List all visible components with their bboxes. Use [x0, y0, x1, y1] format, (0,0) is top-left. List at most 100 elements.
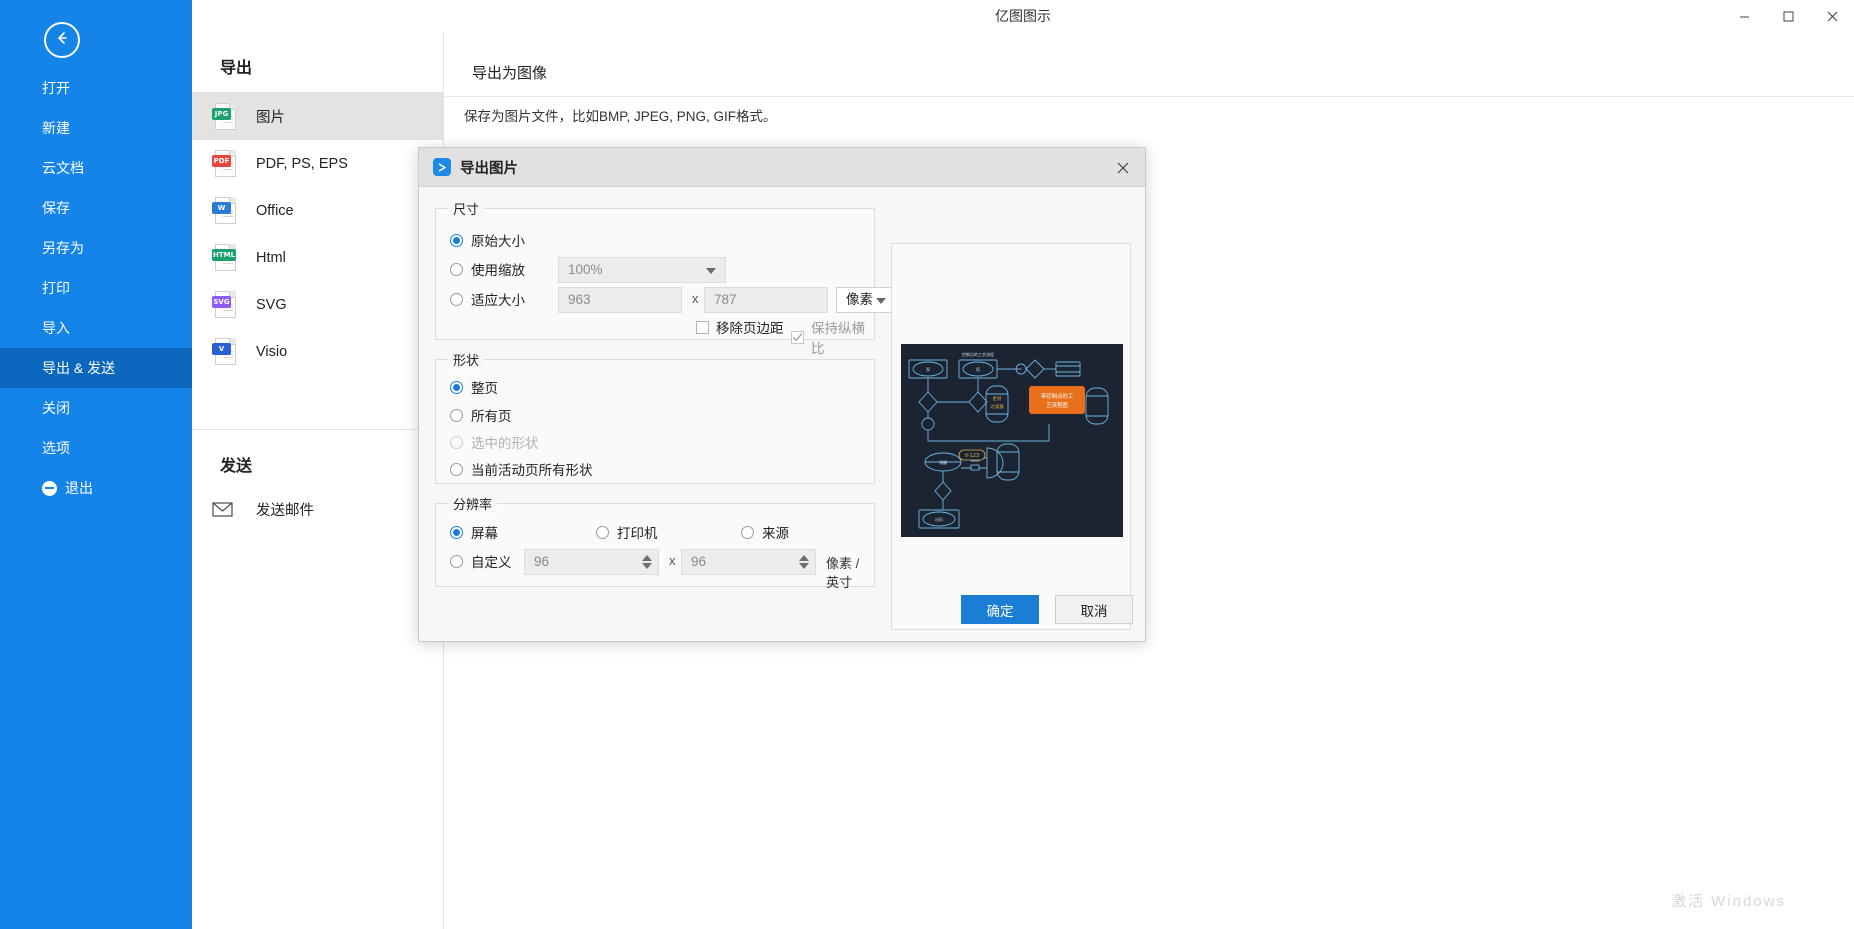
stepper-down-icon[interactable]	[642, 563, 652, 569]
radio-indicator	[596, 525, 609, 539]
dimension-separator: x	[692, 291, 699, 306]
format-tag: PDF	[212, 154, 231, 167]
dpi-unit-label: 像素 / 英寸	[826, 556, 860, 590]
dpi-y-stepper[interactable]: 96	[681, 549, 816, 575]
close-button[interactable]	[1810, 0, 1854, 32]
stepper-up-icon[interactable]	[642, 555, 652, 561]
format-item-visio[interactable]: V Visio	[192, 328, 443, 375]
radio-fit-size[interactable]: 适应大小	[450, 289, 525, 309]
radio-all-pages[interactable]: 所有页	[450, 405, 512, 425]
radio-printer[interactable]: 打印机	[596, 522, 658, 542]
sidebar-item-save[interactable]: 保存	[0, 188, 192, 228]
format-item-pdf[interactable]: PDF PDF, PS, EPS	[192, 140, 443, 187]
radio-original-size[interactable]: 原始大小	[450, 230, 525, 250]
format-tag: JPG	[212, 107, 231, 120]
sidebar-item-label: 打印	[42, 280, 70, 296]
minimize-button[interactable]	[1722, 0, 1766, 32]
radio-selected-shapes: 选中的形状	[450, 432, 539, 452]
svg-text:艺流程图: 艺流程图	[1046, 401, 1068, 409]
format-item-html[interactable]: HTML Html	[192, 234, 443, 281]
format-label: PDF, PS, EPS	[256, 155, 348, 172]
page-title: 导出为图像	[472, 65, 548, 82]
radio-label: 原始大小	[471, 234, 525, 249]
dpi-x-value: 96	[534, 554, 550, 569]
window-controls	[1722, 0, 1854, 32]
sidebar-item-new[interactable]: 新建	[0, 108, 192, 148]
radio-use-scale[interactable]: 使用缩放	[450, 259, 525, 279]
radio-label: 来源	[762, 526, 789, 541]
radio-all-shapes-current-page[interactable]: 当前活动页所有形状	[450, 459, 593, 479]
sidebar-item-label: 打开	[42, 80, 70, 96]
confirm-label: 确定	[986, 603, 1014, 619]
close-icon	[1117, 162, 1129, 173]
sidebar-item-save-as[interactable]: 另存为	[0, 228, 192, 268]
radio-whole-page[interactable]: 整页	[450, 377, 498, 397]
sidebar: 打开 新建 云文档 保存 另存为 打印 导入 导出 & 发送 关闭 选项 退出	[0, 0, 192, 929]
radio-label: 选中的形状	[471, 436, 539, 451]
radio-custom-dpi[interactable]: 自定义	[450, 551, 512, 571]
radio-source[interactable]: 来源	[741, 522, 789, 542]
svg-text:过滤器: 过滤器	[990, 403, 1004, 410]
radio-indicator	[450, 292, 463, 306]
format-item-svg[interactable]: SVG SVG	[192, 281, 443, 328]
sidebar-item-options[interactable]: 选项	[0, 428, 192, 468]
format-item-image[interactable]: JPG 图片	[192, 93, 443, 140]
page-description: 保存为图片文件，比如BMP, JPEG, PNG, GIF格式。	[464, 109, 777, 124]
sidebar-item-open[interactable]: 打开	[0, 68, 192, 108]
sidebar-item-label: 云文档	[42, 160, 84, 176]
size-fieldset: 尺寸 原始大小 使用缩放 100% 适应大小 963 x 787 像素 移除页边…	[435, 199, 896, 356]
sidebar-item-label: 关闭	[42, 400, 70, 416]
export-preview: 带控制点的工 艺流程图 密封 过滤器 控制点的工艺流程 V-123 泵 塔 储罐…	[891, 243, 1131, 630]
dialog-close-button[interactable]	[1101, 148, 1145, 187]
radio-indicator	[450, 380, 463, 394]
radio-label: 自定义	[471, 555, 512, 570]
radio-screen[interactable]: 屏幕	[450, 522, 498, 542]
radio-indicator	[450, 408, 463, 422]
unit-dropdown[interactable]: 像素	[836, 287, 896, 313]
radio-indicator	[450, 262, 463, 276]
maximize-icon	[1783, 11, 1793, 21]
unit-value: 像素	[846, 292, 873, 307]
format-tag: W	[212, 201, 231, 214]
fit-height-input[interactable]: 787	[704, 287, 828, 313]
sidebar-item-cloud-doc[interactable]: 云文档	[0, 148, 192, 188]
stepper-down-icon[interactable]	[799, 563, 809, 569]
svg-text:出料: 出料	[935, 516, 943, 522]
radio-label: 适应大小	[471, 293, 525, 308]
radio-label: 使用缩放	[471, 263, 525, 278]
sidebar-item-import[interactable]: 导入	[0, 308, 192, 348]
sidebar-item-exit[interactable]: 退出	[0, 468, 192, 508]
mail-icon	[212, 496, 236, 524]
svg-text:带控制点的工: 带控制点的工	[1041, 392, 1074, 400]
scale-dropdown[interactable]: 100%	[558, 257, 726, 283]
radio-label: 当前活动页所有形状	[471, 463, 593, 478]
checkbox-keep-aspect-ratio[interactable]: 保持纵横比	[791, 317, 874, 357]
svg-text:控制点的工艺流程: 控制点的工艺流程	[962, 351, 994, 357]
format-label: 图片	[256, 110, 285, 126]
radio-indicator	[450, 554, 463, 568]
sidebar-item-print[interactable]: 打印	[0, 268, 192, 308]
dpi-x-stepper[interactable]: 96	[524, 549, 659, 575]
send-item-email[interactable]: 发送邮件	[192, 486, 443, 533]
word-file-icon: W	[212, 196, 236, 225]
fit-height-value: 787	[714, 292, 737, 307]
sidebar-item-close[interactable]: 关闭	[0, 388, 192, 428]
checkbox-remove-margin[interactable]: 移除页边距	[696, 317, 784, 337]
dialog-titlebar: 导出图片	[419, 148, 1145, 187]
sidebar-item-label: 另存为	[42, 240, 84, 256]
confirm-button[interactable]: 确定	[961, 595, 1039, 624]
svg-text:储罐: 储罐	[939, 459, 947, 465]
checkbox-indicator	[696, 320, 709, 334]
stepper-up-icon[interactable]	[799, 555, 809, 561]
format-item-office[interactable]: W Office	[192, 187, 443, 234]
svg-text:密封: 密封	[993, 395, 1002, 402]
chevron-down-icon	[706, 268, 716, 274]
sidebar-item-export-and-send[interactable]: 导出 & 发送	[0, 348, 192, 388]
cancel-button[interactable]: 取消	[1055, 595, 1133, 624]
maximize-button[interactable]	[1766, 0, 1810, 32]
fit-width-input[interactable]: 963	[558, 287, 682, 313]
jpg-file-icon: JPG	[212, 102, 236, 131]
exit-icon	[42, 480, 57, 496]
back-button[interactable]	[44, 22, 80, 58]
fit-width-value: 963	[568, 292, 591, 307]
